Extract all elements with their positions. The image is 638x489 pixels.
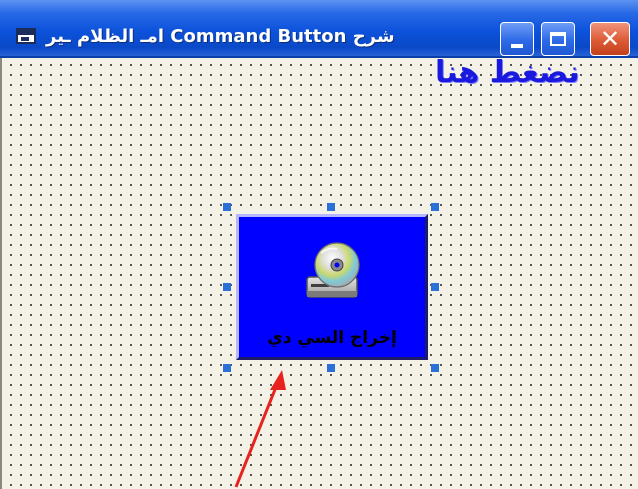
window-title: شرح Command Button امـ الظلام ـير <box>46 26 395 47</box>
resize-handle-top[interactable] <box>327 203 335 211</box>
minimize-icon <box>511 44 523 48</box>
resize-handle-right[interactable] <box>431 283 439 291</box>
form-icon[interactable] <box>16 28 36 44</box>
vb-form-window: شرح Command Button امـ الظلام ـير ✕ نضغط… <box>0 0 638 489</box>
resize-handle-top-right[interactable] <box>431 203 439 211</box>
title-bar[interactable]: شرح Command Button امـ الظلام ـير ✕ <box>0 0 638 58</box>
cd-eject-icon <box>306 242 360 298</box>
hint-label: نضغط هنا <box>435 55 580 90</box>
command-button-caption: إخراج السي دي <box>267 328 397 348</box>
minimize-button[interactable] <box>500 22 534 56</box>
resize-handle-bottom-right[interactable] <box>431 364 439 372</box>
red-arrow-annotation <box>234 370 286 488</box>
maximize-button[interactable] <box>541 22 575 56</box>
resize-handle-left[interactable] <box>223 283 231 291</box>
command-button-eject-cd[interactable]: إخراج السي دي <box>236 214 428 360</box>
close-button[interactable]: ✕ <box>590 22 630 56</box>
maximize-icon <box>550 32 566 46</box>
resize-handle-bottom[interactable] <box>327 364 335 372</box>
resize-handle-top-left[interactable] <box>223 203 231 211</box>
close-icon: ✕ <box>599 25 621 53</box>
